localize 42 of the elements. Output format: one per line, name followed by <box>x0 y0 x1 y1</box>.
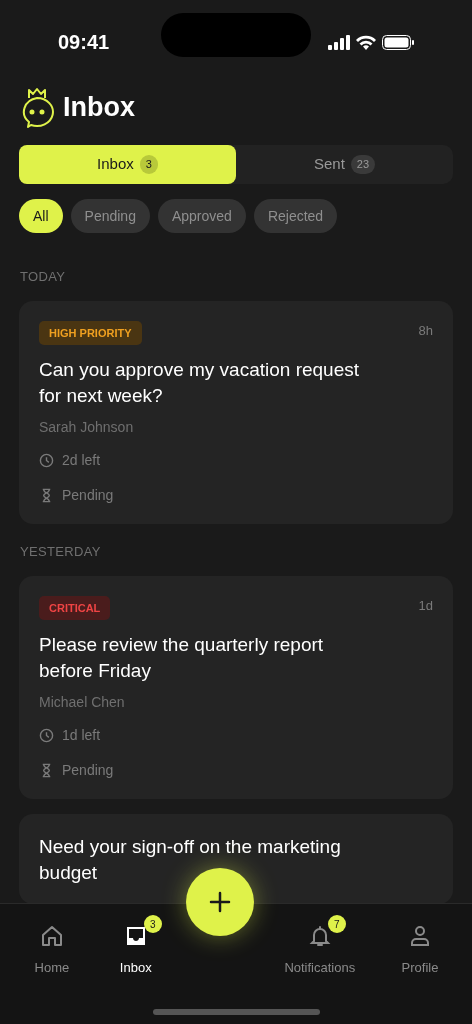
priority-tag: HIGH PRIORITY <box>39 320 142 345</box>
status-text: Pending <box>62 486 114 505</box>
due-text: 2d left <box>62 451 101 470</box>
clock-icon <box>39 728 54 743</box>
wifi-icon <box>356 34 376 50</box>
status-time: 09:41 <box>58 30 110 55</box>
message-card[interactable]: Need your sign-off on the marketing budget <box>19 814 453 903</box>
message-subject: Can you approve my vacation request for next week? <box>39 358 360 408</box>
nav-tab[interactable]: Home <box>16 914 87 978</box>
section-heading: YESTERDAY <box>20 543 102 561</box>
count-badge: 3 <box>139 155 158 174</box>
bell-icon <box>307 924 332 948</box>
plus-icon <box>208 891 231 913</box>
priority-tag: CRITICAL <box>39 595 111 620</box>
filter-chip[interactable]: All <box>19 199 63 233</box>
filter-chip[interactable]: Pending <box>70 199 150 233</box>
status-text: Pending <box>62 761 114 780</box>
nav-tab[interactable]: Profile <box>385 914 456 978</box>
signal-icon <box>328 34 350 50</box>
page-title: Inbox <box>63 90 135 124</box>
count-badge: 23 <box>350 155 376 174</box>
home-icon <box>39 924 64 948</box>
message-card[interactable]: CRITICAL 1d Please review the quarterly report before Friday Michael Chen 1d left Pending <box>19 575 453 799</box>
sender-name: Sarah Johnson <box>39 418 135 437</box>
due-text: 1d left <box>62 726 101 745</box>
filter-chip[interactable]: Rejected <box>253 199 338 233</box>
section-heading: TODAY <box>20 268 67 286</box>
message-card[interactable]: HIGH PRIORITY 8h Can you approve my vacation request for next week? Sarah Johnson 2d left Pending <box>19 300 453 524</box>
clock-icon <box>39 453 54 468</box>
message-subject: Please review the quarterly report before Friday <box>39 633 325 683</box>
nav-tab[interactable]: 3 Inbox <box>100 914 171 978</box>
tab[interactable]: Sent 23 <box>236 145 453 184</box>
count-badge: 3 <box>143 915 162 933</box>
message-age: 1d <box>418 596 433 615</box>
nav-tab[interactable]: 7 Notifications <box>268 914 372 978</box>
message-age: 8h <box>418 321 433 340</box>
sender-name: Michael Chen <box>39 693 126 712</box>
count-badge: 7 <box>327 915 346 933</box>
filter-chip[interactable]: Approved <box>157 199 246 233</box>
battery-icon <box>382 34 414 50</box>
message-subject: Need your sign-off on the marketing budget <box>39 835 342 885</box>
tab[interactable]: Inbox 3 <box>19 145 236 184</box>
